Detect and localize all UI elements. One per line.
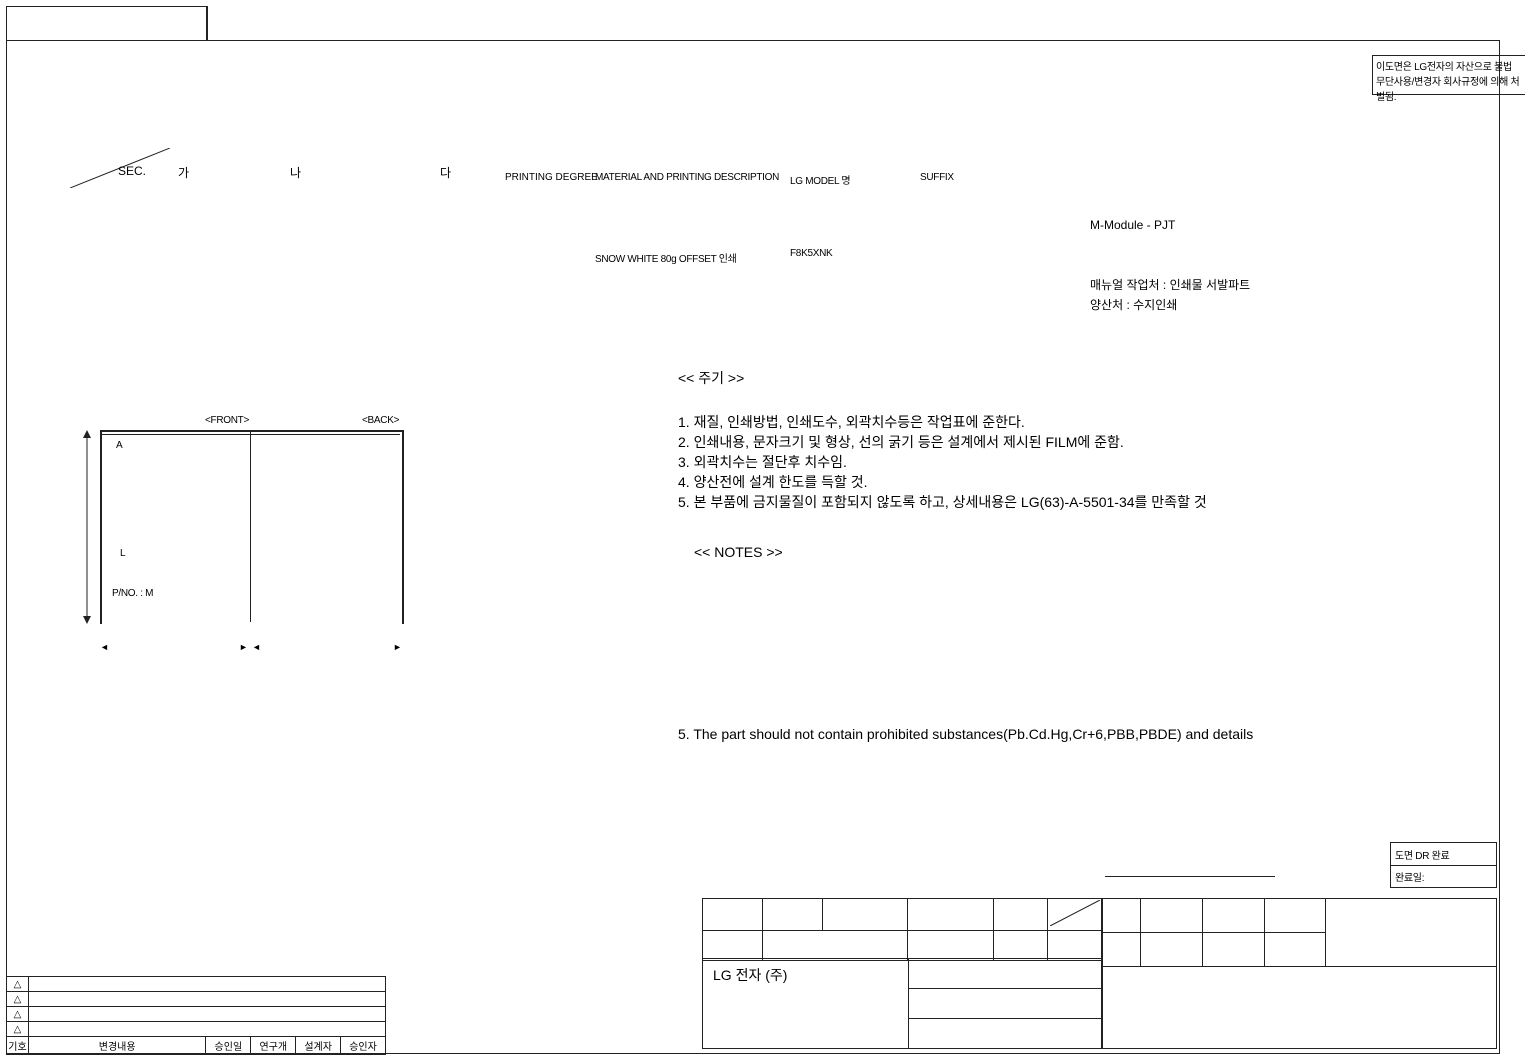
col-da: 다 bbox=[440, 164, 451, 181]
arrow-left-2-icon bbox=[252, 637, 261, 655]
notes-en-5: 5. The part should not contain prohibite… bbox=[678, 726, 1253, 742]
arrow-left-1-icon bbox=[100, 637, 109, 655]
a-label-text: A bbox=[116, 440, 122, 451]
col-ga: 가 bbox=[178, 164, 189, 181]
dr-sign-area bbox=[1105, 842, 1385, 890]
rev-hdr-app: 승인자 bbox=[341, 1037, 386, 1055]
prod-line: 양산처 : 수지인쇄 bbox=[1090, 296, 1177, 313]
figure-fold-line bbox=[250, 430, 251, 622]
material-value: SNOW WHITE 80g OFFSET 인쇄 bbox=[595, 250, 737, 265]
vertical-dim-icon bbox=[80, 430, 94, 625]
l-label-text: L bbox=[120, 548, 125, 559]
title-grid bbox=[1102, 898, 1497, 1049]
arrow-right-1-icon bbox=[239, 637, 248, 655]
material-desc-label: MATERIAL AND PRINTING DESCRIPTION bbox=[595, 172, 779, 183]
sec-label: SEC. bbox=[118, 164, 146, 178]
dr-line1: 도면 DR 완료 bbox=[1395, 847, 1449, 862]
rev-hdr-dept: 연구개 bbox=[251, 1037, 296, 1055]
notes-ko-title: << 주기 >> bbox=[678, 368, 744, 388]
suffix-label: SUFFIX bbox=[920, 172, 954, 183]
front-label: <FRONT> bbox=[205, 415, 249, 426]
revision-table: 기호 변경내용 승인일 연구개 설계자 승인자 bbox=[6, 976, 386, 1055]
rev-hdr-sym: 기호 bbox=[7, 1037, 29, 1055]
notes-ko-3: 3. 외곽치수는 절단후 치수임. bbox=[678, 452, 847, 472]
notes-ko-4: 4. 양산전에 설계 한도를 득할 것. bbox=[678, 472, 868, 492]
notes-ko-1: 1. 재질, 인쇄방법, 인쇄도수, 외곽치수등은 작업표에 준한다. bbox=[678, 412, 1025, 432]
col-na: 나 bbox=[290, 164, 301, 181]
printing-degree-label: PRINTING DEGREE bbox=[505, 172, 598, 183]
notes-ko-2: 2. 인쇄내용, 문자크기 및 형상, 선의 굵기 등은 설계에서 제시된 FI… bbox=[678, 432, 1124, 452]
dr-box: 도면 DR 완료 완료일: bbox=[1390, 842, 1497, 888]
dr-line2: 완료일: bbox=[1395, 869, 1424, 884]
rev-tri-icon bbox=[14, 1009, 22, 1020]
manual-line: 매뉴얼 작업처 : 인쇄물 서발파트 bbox=[1090, 276, 1250, 293]
company-cell: LG 전자 (주) bbox=[703, 959, 909, 1049]
dr-sign-line bbox=[1105, 876, 1275, 877]
parts-table bbox=[702, 898, 1102, 961]
frame-top-left-tab bbox=[6, 6, 208, 41]
rev-hdr-desc: 변경내용 bbox=[28, 1037, 205, 1055]
rev-hdr-date: 승인일 bbox=[206, 1037, 251, 1055]
back-label: <BACK> bbox=[362, 415, 399, 426]
confidential-box: 이도면은 LG전자의 자산으로 불법 무단사용/변경자 회사규정에 의해 처벌됨… bbox=[1372, 55, 1525, 95]
rev-tri-icon bbox=[14, 994, 22, 1005]
rev-tri-icon bbox=[14, 979, 22, 990]
confidential-line2: 무단사용/변경자 회사규정에 의해 처벌됨. bbox=[1376, 73, 1524, 103]
confidential-line1: 이도면은 LG전자의 자산으로 불법 bbox=[1376, 58, 1524, 73]
module-label: M-Module - PJT bbox=[1090, 218, 1175, 232]
model-value: F8K5XNK bbox=[790, 248, 832, 259]
dr-box-divider bbox=[1391, 865, 1496, 866]
rev-hdr-des: 설계자 bbox=[296, 1037, 341, 1055]
rev-tri-icon bbox=[14, 1024, 22, 1035]
lg-model-label: LG MODEL 명 bbox=[790, 172, 850, 187]
notes-ko-5: 5. 본 부품에 금지물질이 포함되지 않도록 하고, 상세내용은 LG(63)… bbox=[678, 492, 1207, 512]
diag-cell-icon bbox=[1050, 900, 1100, 926]
company-table: LG 전자 (주) bbox=[702, 958, 1102, 1049]
pn-label-text: P/NO. : M bbox=[112, 588, 153, 599]
notes-en-title: << NOTES >> bbox=[694, 544, 783, 560]
arrow-right-2-icon bbox=[393, 637, 402, 655]
frame-top-left-tab-right bbox=[206, 6, 207, 40]
